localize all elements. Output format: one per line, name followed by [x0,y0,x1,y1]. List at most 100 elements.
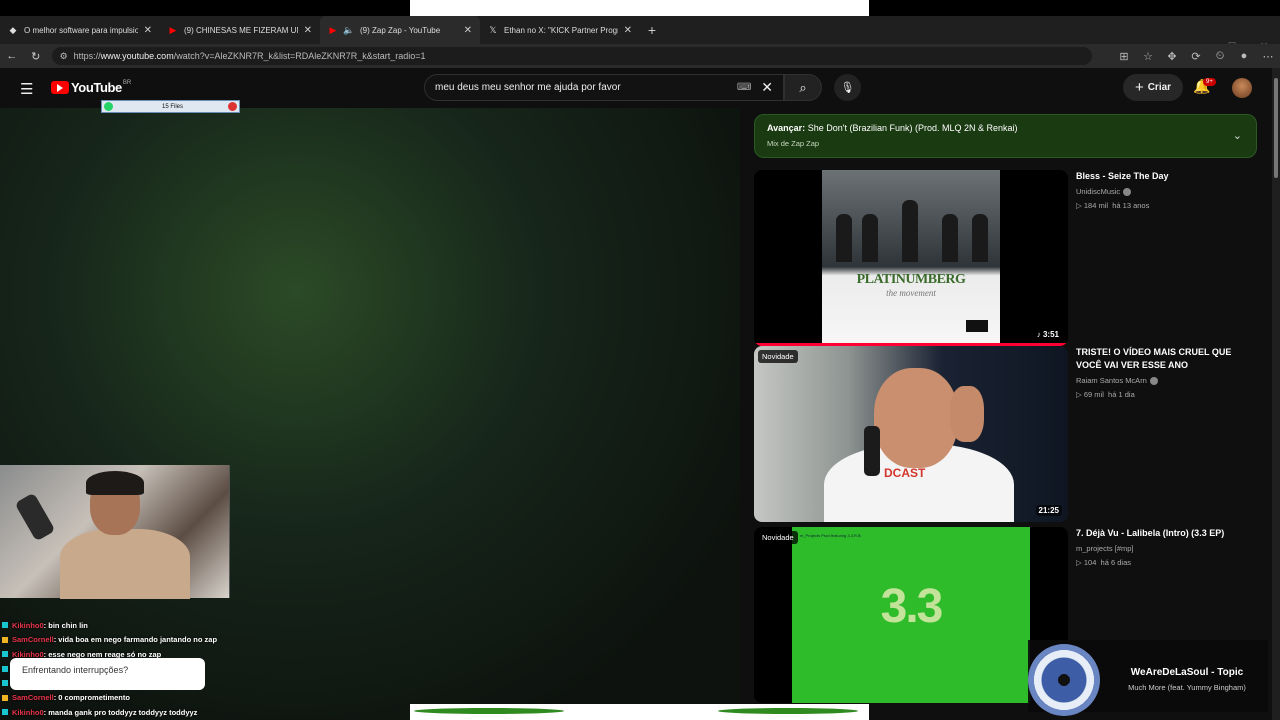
tab-software[interactable]: ◆ O melhor software para impulsion ✕ [0,16,160,44]
logo-text: YouTube [71,80,122,95]
next-up-panel[interactable]: Avançar: She Don't (Brazilian Funk) (Pro… [754,114,1257,158]
x-icon: 𝕏 [489,24,497,35]
clear-search-icon[interactable]: ✕ [761,79,773,96]
video-stats: ▷ 104 há 6 dias [1076,558,1131,567]
duration-badge: ♪ 3:51 [1033,329,1062,340]
video-meta: TRISTE! O VÍDEO MAIS CRUEL QUE VOCÊ VAI … [1076,346,1256,399]
bottom-white-strip [410,704,869,720]
video-stats: ▷ 69 mil há 1 dia [1076,390,1135,400]
tab-ethan-x[interactable]: 𝕏 Ethan no X: "KICK Partner Program ✕ [480,16,640,44]
mix-name: Mix de Zap Zap [767,139,820,148]
channel-text: Raiam Santos McArn [1076,376,1147,385]
search-input[interactable]: meu deus meu senhor me ajuda por favor ⌨ ✕ [424,74,784,101]
tab-chinesas[interactable]: ▶ (9) CHINESAS ME FIZERAM UM CO ✕ [160,16,320,44]
reload-icon[interactable]: ↻ [24,50,48,63]
next-up-song: She Don't (Brazilian Funk) (Prod. MLQ 2N… [807,123,1018,133]
url-host: www.youtube.com [100,51,174,61]
more-icon[interactable]: ⋯ [1256,50,1280,63]
youtube-logo[interactable]: YouTube BR [51,80,131,95]
page-scrollbar[interactable] [1272,68,1280,720]
new-badge: Novidade [758,350,798,363]
channel-name[interactable]: UnidiscMusic [1076,187,1256,197]
podcast-mic [864,426,880,476]
verified-icon [1149,377,1158,386]
close-icon[interactable]: ✕ [624,25,632,36]
channel-name[interactable]: m_projects [#mp] [1076,544,1256,553]
diamond-icon: ◆ [9,24,17,35]
search-button[interactable]: ⌕ [784,74,822,101]
site-info-icon[interactable]: ⚙ [60,51,68,62]
new-tab-button[interactable]: + [640,22,664,38]
voice-search-button[interactable]: 🎙 [834,74,861,101]
chat-badge-icon [2,694,8,701]
streamer-hair [86,471,144,495]
parental-advisory-logo [966,320,988,332]
video-item[interactable]: DCAST Novidade 21:25 TRISTE! O VÍDEO MAI… [754,346,1257,528]
url-field[interactable]: ⚙ https://www.youtube.com/watch?v=AleZKNR… [51,47,1092,65]
youtube-page: ☰ YouTube BR meu deus meu senhor me ajuda… [0,68,1272,720]
apps-icon[interactable]: ⊞ [1112,50,1136,63]
chat-text: : 0 comprometimento [53,693,130,703]
profile-icon[interactable]: ● [1232,50,1256,63]
notification-badge: 9+ [1203,78,1216,86]
youtube-icon: ▶ [169,24,177,35]
hamburger-menu-icon[interactable]: ☰ [20,80,33,98]
close-icon[interactable]: ✕ [304,25,312,36]
video-title[interactable]: TRISTE! O VÍDEO MAIS CRUEL QUE VOCÊ VAI … [1076,346,1256,372]
music-mini-player[interactable]: WeAreDeLaSoul - Topic Much More (feat. Y… [1028,640,1268,716]
scrollbar-thumb[interactable] [1274,78,1278,178]
chat-badge-icon [2,680,8,687]
keyboard-icon[interactable]: ⌨ [737,82,751,93]
tab-zap-zap[interactable]: ▶ 🔈 (9) Zap Zap - YouTube ✕ [320,16,480,44]
chat-badge-icon [2,709,8,716]
channel-name[interactable]: Raiam Santos McArn [1076,376,1256,386]
raised-hand [950,386,984,442]
sync-icon[interactable]: ⟳ [1184,50,1208,63]
album-title: PLATINUMBERG [856,272,966,287]
files-count: 15 Files [161,103,183,110]
video-thumbnail[interactable]: m_Projects Prod featuring 3.3.R.B 3.3 Nov… [754,527,1068,703]
cover-small-text: m_Projects Prod featuring 3.3.R.B [800,533,861,538]
chat-username: SamCornell [12,635,54,645]
video-thumbnail[interactable]: PLATINUMBERG the movement ♪ 3:51 [754,170,1068,346]
close-widget-icon[interactable] [228,102,237,111]
star-icon[interactable]: ☆ [1136,50,1160,63]
video-item[interactable]: PLATINUMBERG the movement ♪ 3:51 Bless -… [754,170,1257,352]
chat-text: : manda gank pro toddyyz toddyyz toddyyz [43,707,198,717]
extensions-icon[interactable]: ✥ [1160,50,1184,63]
chat-username: SamCornell [12,693,54,703]
duration-text: 3:51 [1042,330,1059,339]
new-badge: Novidade [758,531,798,544]
history-icon[interactable]: ⏲ [1208,50,1232,63]
close-icon[interactable]: ✕ [144,25,152,36]
next-up-title: Avançar: She Don't (Brazilian Funk) (Pro… [767,123,1244,133]
video-meta: Bless - Seize The Day UnidiscMusic ▷ 184… [1076,170,1256,210]
youtube-header: ☰ YouTube BR meu deus meu senhor me ajuda… [0,68,1272,113]
search-value: meu deus meu senhor me ajuda por favor [435,82,621,93]
interruption-popup[interactable]: Enfrentando interrupções? [10,658,205,690]
ep-cover: m_Projects Prod featuring 3.3.R.B 3.3 [792,527,1030,703]
back-icon[interactable]: ← [0,50,24,62]
chat-message: SamCornell: vida boa em nego farmando ja… [0,633,330,648]
avatar[interactable] [1232,78,1252,98]
create-button[interactable]: + Criar [1123,74,1183,101]
video-thumbnail[interactable]: DCAST Novidade 21:25 [754,346,1068,522]
create-label: Criar [1147,82,1172,93]
video-stats: ▷ 184 mil há 13 anos [1076,201,1150,211]
video-title[interactable]: 7. Déjà Vu - Lalibela (Intro) (3.3 EP) [1076,527,1256,540]
verified-icon [1123,188,1132,197]
speaker-icon[interactable]: 🔈 [343,25,354,35]
browser-tab-strip: ◆ O melhor software para impulsion ✕ ▶ (9) … [0,16,1280,51]
whatsapp-files-widget[interactable]: 15 Files [101,100,240,113]
video-title[interactable]: Bless - Seize The Day [1076,170,1256,183]
chat-text: : vida boa em nego farmando jantando no … [53,635,218,645]
microphone-icon: 🎙 [840,82,855,94]
youtube-icon: ▶ [329,24,337,35]
browser-toolbar-icons: ⊞ ☆ ✥ ⟳ ⏲ ● ⋯ [1112,50,1280,63]
address-bar-row: ← ↻ ⚙ https://www.youtube.com/watch?v=Ale… [0,44,1280,68]
tab-label: (9) Zap Zap - YouTube [360,25,441,35]
studio-mic [14,492,56,542]
close-icon[interactable]: ✕ [464,25,472,36]
video-meta: 7. Déjà Vu - Lalibela (Intro) (3.3 EP) m… [1076,527,1256,567]
chevron-down-icon[interactable]: ⌄ [1233,129,1242,142]
